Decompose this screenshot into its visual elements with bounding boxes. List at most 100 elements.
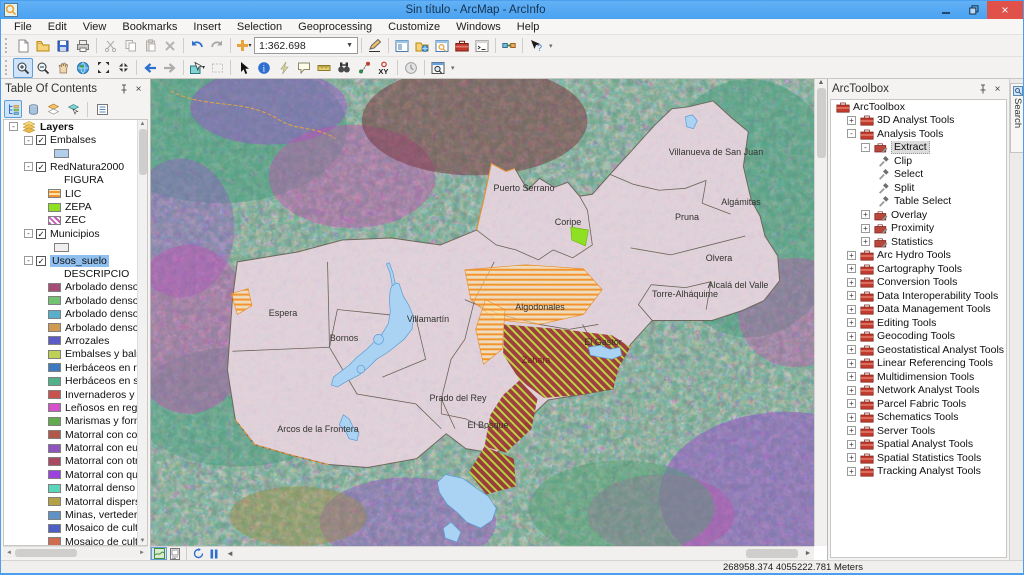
toc-legend-item[interactable]: Matorral con eucalip — [4, 441, 147, 454]
toolbox-item[interactable]: +Cartography Tools — [831, 262, 1006, 276]
search-window-icon[interactable] — [432, 36, 452, 56]
fixed-zoom-out-icon[interactable] — [113, 58, 133, 78]
lic-hatch-swatch[interactable] — [48, 189, 61, 198]
select-elements-icon[interactable] — [234, 58, 254, 78]
scrollbar-thumb[interactable] — [15, 549, 77, 557]
menu-help[interactable]: Help — [509, 21, 548, 33]
toc-legend-item[interactable]: Arbolado denso de c — [4, 321, 147, 334]
paste-icon[interactable] — [140, 36, 160, 56]
expander-icon[interactable]: + — [847, 359, 856, 368]
refresh-view-button[interactable] — [190, 547, 206, 560]
combo-dropdown-icon[interactable]: ▼ — [346, 42, 353, 49]
python-window-icon[interactable] — [472, 36, 492, 56]
undo-icon[interactable] — [187, 36, 207, 56]
toc-legend-item[interactable]: Herbáceos en regadí — [4, 361, 147, 374]
legend-swatch[interactable] — [48, 484, 61, 493]
menu-windows[interactable]: Windows — [448, 21, 509, 33]
zec-hatch-swatch[interactable] — [48, 216, 61, 225]
toc-options-icon[interactable] — [93, 100, 111, 118]
expander-icon[interactable]: + — [847, 453, 856, 462]
toolbox-item[interactable]: -Analysis Tools — [831, 127, 1006, 141]
whats-this-icon[interactable]: ? — [526, 36, 546, 56]
toolbox-root[interactable]: ArcToolbox — [831, 100, 1006, 114]
pin-icon[interactable] — [975, 82, 990, 97]
minimize-button[interactable] — [933, 1, 960, 19]
toc-legend-item[interactable]: Minas, vertederos y — [4, 508, 147, 521]
toc-panel-header[interactable]: Table Of Contents × — [1, 79, 150, 99]
open-folder-icon[interactable] — [33, 36, 53, 56]
new-document-icon[interactable] — [13, 36, 33, 56]
layer-checkbox[interactable]: ✓ — [36, 256, 46, 266]
title-bar[interactable]: Sin título - ArcMap - ArcInfo × — [1, 1, 1023, 19]
pan-icon[interactable] — [53, 58, 73, 78]
scrollbar-thumb[interactable] — [746, 549, 798, 558]
data-view-button[interactable] — [151, 547, 167, 560]
toc-group-layers[interactable]: - Layers — [4, 120, 147, 133]
expander-icon[interactable]: + — [847, 332, 856, 341]
toc-legend-item[interactable]: Matorral con quercín — [4, 468, 147, 481]
go-forward-extent-icon[interactable] — [160, 58, 180, 78]
toc-symbol-swatch[interactable] — [4, 147, 147, 160]
menu-bookmarks[interactable]: Bookmarks — [114, 21, 185, 33]
toolbox-item[interactable]: +Parcel Fabric Tools — [831, 397, 1006, 411]
html-popup-icon[interactable] — [294, 58, 314, 78]
go-to-xy-icon[interactable]: XY — [374, 58, 394, 78]
legend-swatch[interactable] — [48, 310, 61, 319]
scroll-right-icon[interactable]: ► — [136, 550, 148, 556]
symbol-swatch[interactable] — [54, 149, 69, 158]
arctoolbox-panel-header[interactable]: ArcToolbox × — [828, 79, 1009, 99]
expander-icon[interactable]: + — [847, 264, 856, 273]
legend-swatch[interactable] — [48, 283, 61, 292]
toc-layer-usos-suelo[interactable]: - ✓ Usos_suelo — [4, 254, 147, 267]
expander-icon[interactable]: + — [847, 440, 856, 449]
layer-checkbox[interactable]: ✓ — [36, 135, 46, 145]
toc-legend-item[interactable]: Mosaico de cultivos — [4, 535, 147, 546]
delete-icon[interactable] — [160, 36, 180, 56]
zoom-in-icon[interactable] — [13, 58, 33, 78]
toc-legend-item[interactable]: Arrozales — [4, 334, 147, 347]
expander-icon[interactable]: + — [847, 305, 856, 314]
pause-drawing-button[interactable] — [206, 547, 222, 560]
restore-button[interactable] — [960, 1, 987, 19]
search-tab[interactable]: Search — [1010, 83, 1024, 153]
legend-swatch[interactable] — [48, 350, 61, 359]
toolbox-item[interactable]: +Tracking Analyst Tools — [831, 465, 1006, 479]
expander-icon[interactable]: + — [847, 413, 856, 422]
measure-icon[interactable] — [314, 58, 334, 78]
add-data-icon[interactable]: ▾ — [234, 36, 254, 56]
toc-legend-item[interactable]: ZEC — [4, 214, 147, 227]
expander-icon[interactable]: + — [847, 278, 856, 287]
viewer-window-icon[interactable] — [428, 58, 448, 78]
map-vertical-scrollbar[interactable]: ▲ — [814, 79, 827, 546]
close-icon[interactable]: × — [131, 82, 146, 97]
expander-icon[interactable]: + — [847, 426, 856, 435]
toolbox-item[interactable]: +Linear Referencing Tools — [831, 357, 1006, 371]
toolbox-item[interactable]: +Spatial Statistics Tools — [831, 451, 1006, 465]
toc-layer-rednatura2000[interactable]: - ✓ RedNatura2000 — [4, 160, 147, 173]
scroll-right-icon[interactable]: ► — [802, 550, 814, 557]
expander-icon[interactable]: + — [847, 116, 856, 125]
arctoolbox-window-icon[interactable] — [452, 36, 472, 56]
select-features-icon[interactable]: ▾ — [187, 58, 207, 78]
legend-swatch[interactable] — [48, 377, 61, 386]
save-icon[interactable] — [53, 36, 73, 56]
legend-swatch[interactable] — [48, 470, 61, 479]
layout-view-button[interactable] — [167, 547, 183, 560]
scrollbar-thumb[interactable] — [139, 129, 147, 175]
layer-checkbox[interactable]: ✓ — [36, 162, 46, 172]
toc-tree[interactable]: - Layers - ✓ Embalses - ✓ RedNatura2000 … — [3, 119, 148, 546]
close-icon[interactable]: × — [990, 82, 1005, 97]
toolbar-grip[interactable] — [5, 60, 10, 75]
print-icon[interactable] — [73, 36, 93, 56]
scroll-up-icon[interactable]: ▲ — [140, 121, 146, 127]
toc-layer-municipios[interactable]: - ✓ Municipios — [4, 227, 147, 240]
expander-icon[interactable]: - — [24, 229, 33, 238]
legend-swatch[interactable] — [48, 417, 61, 426]
modelbuilder-icon[interactable] — [499, 36, 519, 56]
toc-vertical-scrollbar[interactable]: ▲ ▼ — [137, 120, 147, 545]
table-of-contents-window-icon[interactable] — [392, 36, 412, 56]
toc-symbol-swatch[interactable] — [4, 241, 147, 254]
toolbox-item[interactable]: +Geocoding Tools — [831, 330, 1006, 344]
expander-icon[interactable]: + — [861, 210, 870, 219]
scroll-left-icon[interactable]: ◄ — [3, 550, 15, 556]
